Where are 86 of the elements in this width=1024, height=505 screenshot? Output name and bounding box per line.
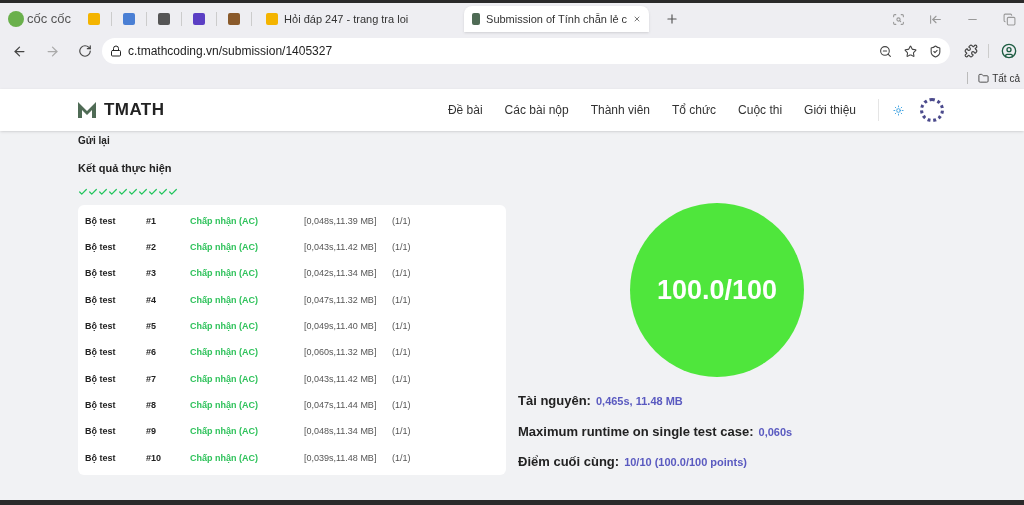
back-icon[interactable] [12,43,27,59]
summary-label: Maximum runtime on single test case: [518,422,754,441]
test-status: Chấp nhận (AC) [190,214,259,228]
test-number: #8 [146,398,157,412]
tab-favicon-icon [472,13,481,25]
test-status: Chấp nhận (AC) [190,293,259,307]
summary-value: 0,060s [758,424,793,440]
site-logo[interactable]: TMATH [104,97,165,123]
test-resources: [0,048s,11.39 MB] [304,214,378,228]
shield-icon[interactable] [929,44,942,58]
test-label: Bộ test [85,425,117,439]
test-label: Bộ test [85,241,117,255]
test-status: Chấp nhận (AC) [190,346,259,360]
browser-tab[interactable]: Submission of Tính chẵn lẻ c [464,6,650,32]
summary-value: 0,465s, 11.48 MB [595,394,683,409]
test-label: Bộ test [85,372,117,386]
test-status: Chấp nhận (AC) [190,267,259,281]
test-label: Bộ test [85,214,117,228]
tab-favicon-icon [266,13,279,25]
test-label: Bộ test [85,293,117,307]
test-number: #1 [146,214,157,228]
test-status: Chấp nhận (AC) [190,320,259,334]
theme-icon[interactable] [893,104,904,116]
test-points: (1/1) [392,320,411,334]
test-status: Chấp nhận (AC) [190,372,259,386]
test-resources: [0,048s,11.34 MB] [304,425,378,439]
test-points: (1/1) [392,214,411,228]
avatar-icon[interactable] [920,98,944,122]
nav-link[interactable]: Cuộc thi [738,101,783,119]
test-number: #5 [146,320,157,334]
test-number: #6 [146,346,157,360]
test-points: (1/1) [392,398,411,412]
browser-brand: cốc cốc [27,10,72,29]
reload-icon[interactable] [78,44,92,58]
browser-logo-icon [8,11,24,27]
address-bar[interactable]: c.tmathcoding.vn/submission/1405327 [102,38,950,64]
folder-icon [978,72,990,84]
test-label: Bộ test [85,398,117,412]
logo-icon [78,102,96,118]
test-resources: [0,047s,11.44 MB] [304,398,378,412]
test-points: (1/1) [392,267,411,281]
nav-link[interactable]: Tổ chức [672,101,717,119]
test-number: #2 [146,241,157,255]
nav-link[interactable]: Các bài nộp [504,101,569,119]
test-number: #4 [146,293,157,307]
test-points: (1/1) [392,372,411,386]
test-resources: [0,049s,11.40 MB] [304,320,378,334]
test-resources: [0,039s,11.48 MB] [304,451,378,465]
nav-link[interactable]: Thành viên [590,101,651,119]
test-label: Bộ test [85,346,117,360]
test-points: (1/1) [392,425,411,439]
browser-tab[interactable]: Hỏi đáp 247 - trang tra loi [258,6,429,32]
test-number: #10 [146,451,163,465]
test-status: Chấp nhận (AC) [190,425,259,439]
test-resources: [0,043s,11.42 MB] [304,241,378,255]
test-label: Bộ test [85,267,117,281]
test-status: Chấp nhận (AC) [190,451,259,465]
test-resources: [0,042s,11.34 MB] [304,267,378,281]
test-status: Chấp nhận (AC) [190,398,259,412]
extensions-icon[interactable] [964,44,978,58]
lock-icon [110,45,122,57]
test-resources: [0,043s,11.42 MB] [304,372,378,386]
test-number: #9 [146,425,157,439]
test-status: Chấp nhận (AC) [190,241,259,255]
test-label: Bộ test [85,320,117,334]
bookmarks-folder[interactable]: Tất cả [978,70,1024,86]
test-number: #7 [146,372,157,386]
test-resources: [0,047s,11.32 MB] [304,293,378,307]
test-resources: [0,060s,11.32 MB] [304,346,378,360]
summary-label: Điểm cuối cùng: [518,453,620,471]
summary-label: Tài nguyên: [518,392,591,410]
test-points: (1/1) [392,451,411,465]
summary-value: 10/10 (100.0/100 points) [624,455,748,470]
nav-link[interactable]: Đề bài [447,101,483,119]
test-points: (1/1) [392,293,411,307]
zoom-out-icon[interactable] [879,44,892,58]
resubmit-link[interactable]: Gửi lại [78,133,506,148]
test-points: (1/1) [392,346,411,360]
nav-link[interactable]: Giới thiệu [804,101,856,119]
test-number: #3 [146,267,157,281]
new-tab-icon[interactable] [665,12,680,26]
profile-icon[interactable] [1001,43,1017,59]
test-points: (1/1) [392,241,411,255]
bookmark-star-icon[interactable] [904,44,917,58]
test-label: Bộ test [85,451,117,465]
results-heading: Kết quả thực hiện [78,161,173,177]
